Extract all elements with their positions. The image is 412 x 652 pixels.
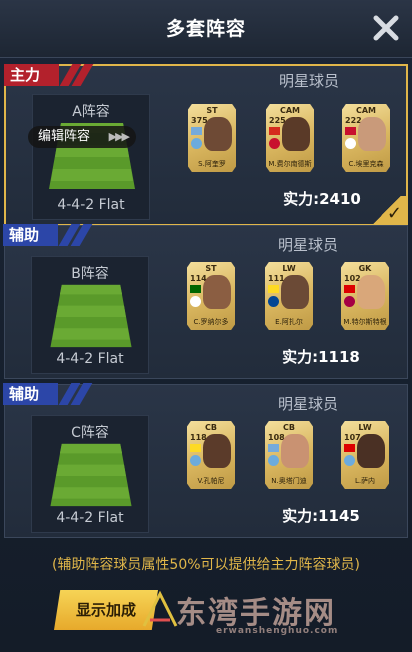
close-button[interactable]: [370, 12, 402, 44]
player-card[interactable]: CAM 222 C.埃里克森: [342, 104, 390, 172]
lineup-thumbnail-a[interactable]: A阵容 4-4-2 Flat: [32, 94, 150, 220]
player-card[interactable]: GK 102 M.特尔斯特根: [341, 262, 389, 330]
selected-check-icon: ✓: [364, 196, 408, 226]
sub-tag: 辅助: [3, 383, 95, 405]
pitch-icon: [50, 443, 132, 507]
player-card[interactable]: ST 114 C.罗纳尔多: [187, 262, 235, 330]
player-card[interactable]: CAM 225 M.费尔南德斯: [266, 104, 314, 172]
formation-label: 4-4-2 Flat: [56, 510, 124, 526]
lineup-name: A阵容: [72, 104, 110, 120]
close-icon: [373, 15, 399, 41]
edit-lineup-label: 编辑阵容: [38, 129, 91, 144]
formation-label: 4-4-2 Flat: [57, 197, 125, 213]
lineup-panel-a[interactable]: 主力 A阵容 4-4-2 Flat 编辑阵容 ▶▶▶ 明星球员 ST 375 S.…: [4, 64, 408, 226]
info-note: (辅助阵容球员属性50%可以提供给主力阵容球员): [51, 557, 361, 573]
star-players-label: 明星球员: [277, 395, 338, 413]
sub-tag: 辅助: [3, 224, 95, 246]
formation-label: 4-4-2 Flat: [56, 351, 124, 367]
player-card[interactable]: ST 375 S.阿奎罗: [188, 104, 236, 172]
strength-value: 实力:1145: [282, 507, 360, 525]
star-players-label: 明星球员: [277, 236, 338, 254]
lineup-panel-c[interactable]: 辅助 C阵容 4-4-2 Flat 明星球员 CB 118 V.孔帕尼 CB 108…: [3, 383, 408, 538]
player-card[interactable]: CB 118 V.孔帕尼: [187, 421, 235, 489]
lineup-thumbnail-b[interactable]: B阵容 4-4-2 Flat: [31, 256, 149, 374]
pitch-icon: [50, 284, 132, 348]
player-card[interactable]: LW 107 L.萨内: [341, 421, 389, 489]
lineup-name: B阵容: [71, 266, 109, 282]
strength-value: 实力:1118: [282, 348, 360, 366]
watermark-logo-icon: [142, 590, 178, 627]
lineup-thumbnail-c[interactable]: C阵容 4-4-2 Flat: [31, 415, 149, 533]
arrow-right-icon: ▶▶▶: [108, 130, 130, 143]
header-bar: 多套阵容: [0, 0, 412, 58]
edit-lineup-button[interactable]: 编辑阵容 ▶▶▶: [28, 126, 136, 148]
player-card[interactable]: LW 111 E.阿扎尔: [265, 262, 313, 330]
watermark-text: 东湾手游网 erwanshenghuo.com: [176, 596, 339, 636]
lineup-name: C阵容: [71, 425, 109, 441]
player-card[interactable]: CB 108 N.奥塔门迪: [265, 421, 313, 489]
star-players-label: 明星球员: [278, 72, 339, 90]
main-tag: 主力: [4, 64, 96, 86]
page-title: 多套阵容: [165, 18, 246, 40]
lineup-panel-b[interactable]: 辅助 B阵容 4-4-2 Flat 明星球员 ST 114 C.罗纳尔多 LW 11…: [3, 224, 408, 379]
